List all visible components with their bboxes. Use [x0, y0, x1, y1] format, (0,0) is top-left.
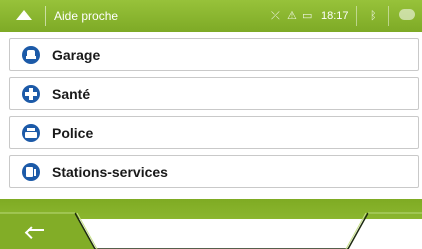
- list-item-label: Stations-services: [52, 164, 168, 180]
- chat-icon[interactable]: [399, 9, 415, 20]
- list-item-stations-services[interactable]: Stations-services: [9, 155, 419, 188]
- fuel-station-icon: [22, 163, 40, 181]
- up-chevron-icon: [385, 224, 401, 240]
- list-item-label: Garage: [52, 47, 101, 63]
- list-item-label: Santé: [52, 86, 91, 102]
- battery-icon: ▭: [302, 10, 313, 22]
- list-item-label: Police: [52, 125, 94, 141]
- garage-icon: [22, 46, 40, 64]
- app-window: Aide proche ⤫ ⚠ ▭ 18:17 ᛒ Garage Santé P…: [0, 0, 422, 249]
- header-divider: [45, 6, 46, 26]
- nav-up-icon[interactable]: [16, 10, 32, 20]
- back-arrow-icon: [28, 229, 44, 231]
- header-bar: Aide proche ⤫ ⚠ ▭ 18:17 ᛒ: [0, 0, 422, 32]
- back-button[interactable]: [0, 213, 75, 249]
- bluetooth-icon: ᛒ: [370, 10, 377, 22]
- police-icon: [22, 124, 40, 142]
- route-icon: ⤫: [271, 10, 280, 22]
- health-cross-icon: [22, 85, 40, 103]
- scroll-up-button[interactable]: [368, 213, 422, 249]
- list-item-garage[interactable]: Garage: [9, 38, 419, 71]
- page-title: Aide proche: [54, 9, 119, 23]
- alert-icon: ⚠: [287, 10, 297, 22]
- list-item-sante[interactable]: Santé: [9, 77, 419, 110]
- status-divider: [388, 6, 389, 26]
- status-divider: [356, 6, 357, 26]
- list-item-police[interactable]: Police: [9, 116, 419, 149]
- clock-time: 18:17: [321, 10, 349, 22]
